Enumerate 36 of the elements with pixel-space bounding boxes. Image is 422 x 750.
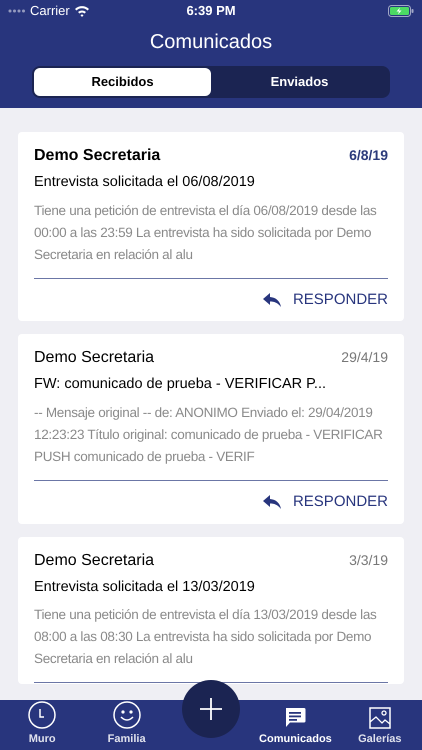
reply-arrow-icon — [262, 293, 281, 307]
message-subject: FW: comunicado de prueba - VERIFICAR P... — [34, 375, 328, 394]
smiley-icon — [112, 700, 141, 728]
reply-button[interactable]: RESPONDER — [262, 288, 388, 312]
message-preview: Tiene una petición de entrevista el día 06/08/2019 desde las 00:00 a las 23:59 La entrevista ha sido solicitada por Demo Secretaria en relación al alu — [34, 202, 378, 264]
tab-bar-item[interactable]: Familia — [84, 700, 169, 750]
wifi-icon — [74, 5, 90, 17]
status-time: 6:39 PM — [186, 2, 236, 20]
message-card[interactable] — [18, 334, 404, 524]
battery-icon — [388, 5, 414, 17]
plus-icon — [200, 698, 222, 720]
segment-tab[interactable]: Recibidos — [34, 68, 211, 96]
message-preview: -- Mensaje original -- de: ANONIMO Enviado el: 29/04/2019 12:23:23 Título original: comunicado de prueba - VERIFICAR PUSH comunicado de prueba - VERIF — [34, 404, 384, 466]
chat-icon — [284, 706, 306, 728]
clock-icon — [28, 700, 56, 728]
message-date: 6/8/19 — [349, 146, 388, 165]
sender-name: Demo Secretaria — [34, 550, 154, 570]
message-date: 3/3/19 — [349, 550, 388, 570]
screen-title: Comunicados — [148, 30, 274, 55]
message-date: 29/4/19 — [341, 348, 388, 368]
tab-bar-item[interactable]: Comunicados — [253, 700, 338, 750]
message-preview: Tiene una petición de entrevista el día 13/03/2019 desde las 08:00 a las 08:30 La entrevista ha sido solicitada por Demo Secretaria en relación al alu — [34, 606, 378, 668]
reply-button[interactable]: RESPONDER — [262, 491, 388, 514]
sender-name: Demo Secretaria — [34, 348, 154, 368]
tab-bar-item[interactable]: Muro — [0, 700, 84, 750]
image-icon — [368, 706, 391, 728]
sender-name: Demo Secretaria — [34, 146, 160, 166]
tab-bar-item[interactable]: Galerías — [338, 700, 422, 750]
message-card[interactable] — [18, 132, 404, 322]
signal-dots-icon — [8, 9, 26, 13]
message-subject: Entrevista solicitada el 13/03/2019 — [34, 578, 256, 596]
carrier-label: Carrier — [30, 2, 70, 20]
reply-arrow-icon — [262, 495, 281, 510]
message-subject: Entrevista solicitada el 06/08/2019 — [34, 173, 256, 192]
message-card[interactable] — [18, 536, 404, 684]
segment-tab[interactable]: Enviados — [211, 68, 388, 96]
